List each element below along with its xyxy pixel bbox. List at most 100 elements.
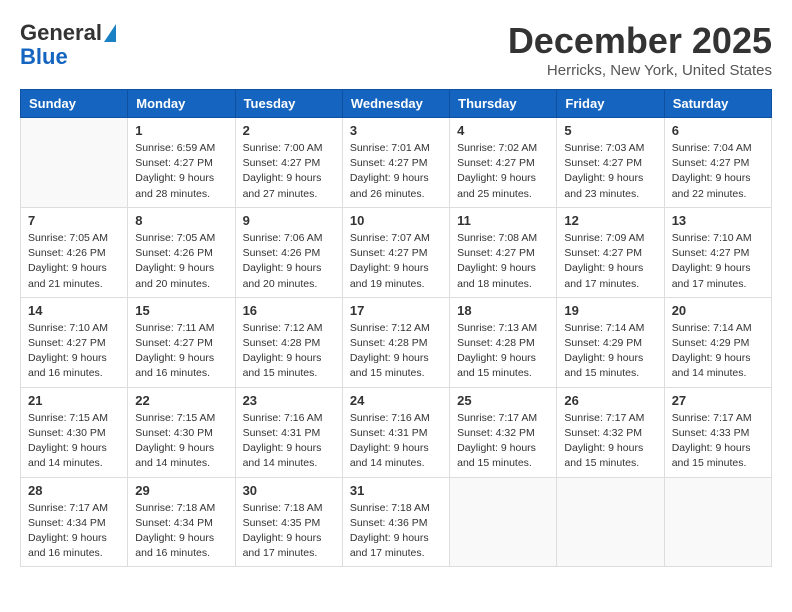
day-info: Sunrise: 7:05 AM Sunset: 4:26 PM Dayligh… [28, 231, 120, 292]
day-info: Sunrise: 7:08 AM Sunset: 4:27 PM Dayligh… [457, 231, 549, 292]
day-info: Sunrise: 7:14 AM Sunset: 4:29 PM Dayligh… [564, 321, 656, 382]
day-info: Sunrise: 7:07 AM Sunset: 4:27 PM Dayligh… [350, 231, 442, 292]
calendar-cell: 14 Sunrise: 7:10 AM Sunset: 4:27 PM Dayli… [21, 297, 128, 387]
day-info: Sunrise: 7:10 AM Sunset: 4:27 PM Dayligh… [28, 321, 120, 382]
weekday-header-saturday: Saturday [664, 90, 771, 118]
day-number: 22 [135, 393, 227, 408]
page-header: General Blue December 2025 Herricks, New… [20, 20, 772, 79]
day-info: Sunrise: 7:17 AM Sunset: 4:32 PM Dayligh… [564, 411, 656, 472]
calendar-cell: 16Sunrise: 7:12 AM Sunset: 4:28 PM Dayli… [235, 297, 342, 387]
day-number: 16 [243, 303, 335, 318]
day-number: 9 [243, 213, 335, 228]
location-subtitle: Herricks, New York, United States [508, 62, 772, 79]
day-info: Sunrise: 6:59 AM Sunset: 4:27 PM Dayligh… [135, 141, 227, 202]
calendar-cell: 1 Sunrise: 6:59 AM Sunset: 4:27 PM Daylig… [128, 118, 235, 208]
weekday-header-row: SundayMondayTuesdayWednesdayThursdayFrid… [21, 90, 772, 118]
weekday-header-wednesday: Wednesday [342, 90, 449, 118]
day-number: 28 [28, 483, 120, 498]
calendar-cell: 20Sunrise: 7:14 AM Sunset: 4:29 PM Dayli… [664, 297, 771, 387]
week-row-2: 7 Sunrise: 7:05 AM Sunset: 4:26 PM Daylig… [21, 207, 772, 297]
calendar-cell: 27Sunrise: 7:17 AM Sunset: 4:33 PM Dayli… [664, 387, 771, 477]
weekday-header-tuesday: Tuesday [235, 90, 342, 118]
calendar-cell: 11 Sunrise: 7:08 AM Sunset: 4:27 PM Dayli… [450, 207, 557, 297]
month-title: December 2025 [508, 20, 772, 62]
calendar-cell: 28Sunrise: 7:17 AM Sunset: 4:34 PM Dayli… [21, 477, 128, 567]
calendar-cell: 17 Sunrise: 7:12 AM Sunset: 4:28 PM Dayli… [342, 297, 449, 387]
day-info: Sunrise: 7:13 AM Sunset: 4:28 PM Dayligh… [457, 321, 549, 382]
week-row-4: 21 Sunrise: 7:15 AM Sunset: 4:30 PM Dayli… [21, 387, 772, 477]
logo-triangle-icon [104, 24, 116, 42]
calendar-table: SundayMondayTuesdayWednesdayThursdayFrid… [20, 89, 772, 567]
day-info: Sunrise: 7:09 AM Sunset: 4:27 PM Dayligh… [564, 231, 656, 292]
title-area: December 2025 Herricks, New York, United… [508, 20, 772, 79]
day-info: Sunrise: 7:01 AM Sunset: 4:27 PM Dayligh… [350, 141, 442, 202]
calendar-cell: 2Sunrise: 7:00 AM Sunset: 4:27 PM Daylig… [235, 118, 342, 208]
logo: General Blue [20, 20, 116, 68]
calendar-cell: 13 Sunrise: 7:10 AM Sunset: 4:27 PM Dayli… [664, 207, 771, 297]
calendar-cell [21, 118, 128, 208]
calendar-cell: 15Sunrise: 7:11 AM Sunset: 4:27 PM Dayli… [128, 297, 235, 387]
day-number: 6 [672, 123, 764, 138]
day-info: Sunrise: 7:12 AM Sunset: 4:28 PM Dayligh… [350, 321, 442, 382]
day-number: 30 [243, 483, 335, 498]
day-info: Sunrise: 7:15 AM Sunset: 4:30 PM Dayligh… [28, 411, 120, 472]
day-info: Sunrise: 7:10 AM Sunset: 4:27 PM Dayligh… [672, 231, 764, 292]
calendar-header: SundayMondayTuesdayWednesdayThursdayFrid… [21, 90, 772, 118]
day-info: Sunrise: 7:18 AM Sunset: 4:34 PM Dayligh… [135, 501, 227, 562]
calendar-cell: 10Sunrise: 7:07 AM Sunset: 4:27 PM Dayli… [342, 207, 449, 297]
day-number: 17 [350, 303, 442, 318]
weekday-header-thursday: Thursday [450, 90, 557, 118]
day-number: 29 [135, 483, 227, 498]
calendar-body: 1 Sunrise: 6:59 AM Sunset: 4:27 PM Daylig… [21, 118, 772, 567]
calendar-cell: 19 Sunrise: 7:14 AM Sunset: 4:29 PM Dayli… [557, 297, 664, 387]
day-number: 3 [350, 123, 442, 138]
day-number: 31 [350, 483, 442, 498]
calendar-cell: 29 Sunrise: 7:18 AM Sunset: 4:34 PM Dayli… [128, 477, 235, 567]
day-number: 26 [564, 393, 656, 408]
calendar-cell: 12 Sunrise: 7:09 AM Sunset: 4:27 PM Dayli… [557, 207, 664, 297]
day-number: 21 [28, 393, 120, 408]
calendar-cell: 30 Sunrise: 7:18 AM Sunset: 4:35 PM Dayli… [235, 477, 342, 567]
day-info: Sunrise: 7:06 AM Sunset: 4:26 PM Dayligh… [243, 231, 335, 292]
day-number: 15 [135, 303, 227, 318]
weekday-header-sunday: Sunday [21, 90, 128, 118]
calendar-cell: 4 Sunrise: 7:02 AM Sunset: 4:27 PM Daylig… [450, 118, 557, 208]
weekday-header-friday: Friday [557, 90, 664, 118]
day-info: Sunrise: 7:02 AM Sunset: 4:27 PM Dayligh… [457, 141, 549, 202]
calendar-cell: 3 Sunrise: 7:01 AM Sunset: 4:27 PM Daylig… [342, 118, 449, 208]
calendar-cell: 18Sunrise: 7:13 AM Sunset: 4:28 PM Dayli… [450, 297, 557, 387]
day-number: 13 [672, 213, 764, 228]
calendar-cell [557, 477, 664, 567]
day-number: 14 [28, 303, 120, 318]
day-number: 25 [457, 393, 549, 408]
day-number: 11 [457, 213, 549, 228]
day-info: Sunrise: 7:14 AM Sunset: 4:29 PM Dayligh… [672, 321, 764, 382]
day-number: 4 [457, 123, 549, 138]
day-number: 23 [243, 393, 335, 408]
day-number: 19 [564, 303, 656, 318]
day-info: Sunrise: 7:04 AM Sunset: 4:27 PM Dayligh… [672, 141, 764, 202]
calendar-cell: 22Sunrise: 7:15 AM Sunset: 4:30 PM Dayli… [128, 387, 235, 477]
day-info: Sunrise: 7:17 AM Sunset: 4:32 PM Dayligh… [457, 411, 549, 472]
calendar-cell: 24Sunrise: 7:16 AM Sunset: 4:31 PM Dayli… [342, 387, 449, 477]
logo-blue: Blue [20, 46, 68, 68]
day-info: Sunrise: 7:00 AM Sunset: 4:27 PM Dayligh… [243, 141, 335, 202]
day-info: Sunrise: 7:16 AM Sunset: 4:31 PM Dayligh… [243, 411, 335, 472]
calendar-cell: 25 Sunrise: 7:17 AM Sunset: 4:32 PM Dayli… [450, 387, 557, 477]
day-number: 8 [135, 213, 227, 228]
day-number: 7 [28, 213, 120, 228]
day-number: 12 [564, 213, 656, 228]
day-number: 1 [135, 123, 227, 138]
calendar-cell: 21 Sunrise: 7:15 AM Sunset: 4:30 PM Dayli… [21, 387, 128, 477]
day-info: Sunrise: 7:18 AM Sunset: 4:35 PM Dayligh… [243, 501, 335, 562]
day-info: Sunrise: 7:18 AM Sunset: 4:36 PM Dayligh… [350, 501, 442, 562]
day-number: 5 [564, 123, 656, 138]
week-row-5: 28Sunrise: 7:17 AM Sunset: 4:34 PM Dayli… [21, 477, 772, 567]
calendar-cell: 9 Sunrise: 7:06 AM Sunset: 4:26 PM Daylig… [235, 207, 342, 297]
week-row-3: 14 Sunrise: 7:10 AM Sunset: 4:27 PM Dayli… [21, 297, 772, 387]
day-info: Sunrise: 7:16 AM Sunset: 4:31 PM Dayligh… [350, 411, 442, 472]
day-info: Sunrise: 7:05 AM Sunset: 4:26 PM Dayligh… [135, 231, 227, 292]
day-info: Sunrise: 7:17 AM Sunset: 4:33 PM Dayligh… [672, 411, 764, 472]
calendar-cell: 7 Sunrise: 7:05 AM Sunset: 4:26 PM Daylig… [21, 207, 128, 297]
weekday-header-monday: Monday [128, 90, 235, 118]
